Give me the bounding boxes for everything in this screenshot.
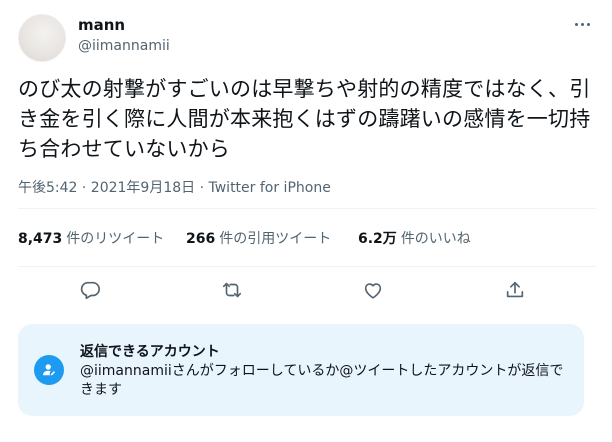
reply-icon[interactable] xyxy=(76,276,104,304)
tweet-stats: 8,473 件のリツイート 266 件の引用ツイート 6.2万 件のいいね xyxy=(18,228,471,248)
more-icon[interactable] xyxy=(570,14,594,34)
share-icon[interactable] xyxy=(501,276,529,304)
retweet-stat[interactable]: 8,473 件のリツイート xyxy=(18,228,186,248)
like-label: 件のいいね xyxy=(400,231,471,247)
author-handle[interactable]: @iimannamii xyxy=(78,37,170,55)
avatar[interactable] xyxy=(18,14,66,62)
divider xyxy=(18,208,596,209)
divider xyxy=(18,266,596,267)
tweet-header: mann @iimannamii xyxy=(18,12,598,62)
reply-notice-description: @iimannamiiさんがフォローしているか@ツイートしたアカウントが返信でき… xyxy=(80,363,564,398)
author-names[interactable]: mann @iimannamii xyxy=(78,16,170,55)
tweet-text: のび太の射撃がすごいのは早撃ちや射的の精度ではなく、引き金を引く際に人間が本来抱… xyxy=(18,77,591,161)
user-icon xyxy=(34,355,64,385)
retweet-icon[interactable] xyxy=(218,276,246,304)
tweet-actions xyxy=(18,276,596,304)
retweet-label: 件のリツイート xyxy=(66,231,165,247)
quote-count: 266 xyxy=(186,231,216,247)
like-stat[interactable]: 6.2万 件のいいね xyxy=(358,228,471,248)
author-display-name[interactable]: mann xyxy=(78,16,170,34)
quote-label: 件の引用ツイート xyxy=(219,231,332,247)
reply-notice-title: 返信できるアカウント xyxy=(80,344,220,360)
tweet-meta[interactable]: 午後5:42 · 2021年9月18日 · Twitter for iPhone xyxy=(18,177,331,197)
retweet-count: 8,473 xyxy=(18,231,63,247)
reply-permission-notice: 返信できるアカウント @iimannamiiさんがフォローしているか@ツイートし… xyxy=(18,324,584,416)
tweet-detail: mann @iimannamii のび太の射撃がすごいのは早撃ちや射的の精度では… xyxy=(0,0,612,442)
like-count: 6.2万 xyxy=(358,231,397,247)
quote-stat[interactable]: 266 件の引用ツイート xyxy=(186,228,358,248)
like-icon[interactable] xyxy=(359,276,387,304)
